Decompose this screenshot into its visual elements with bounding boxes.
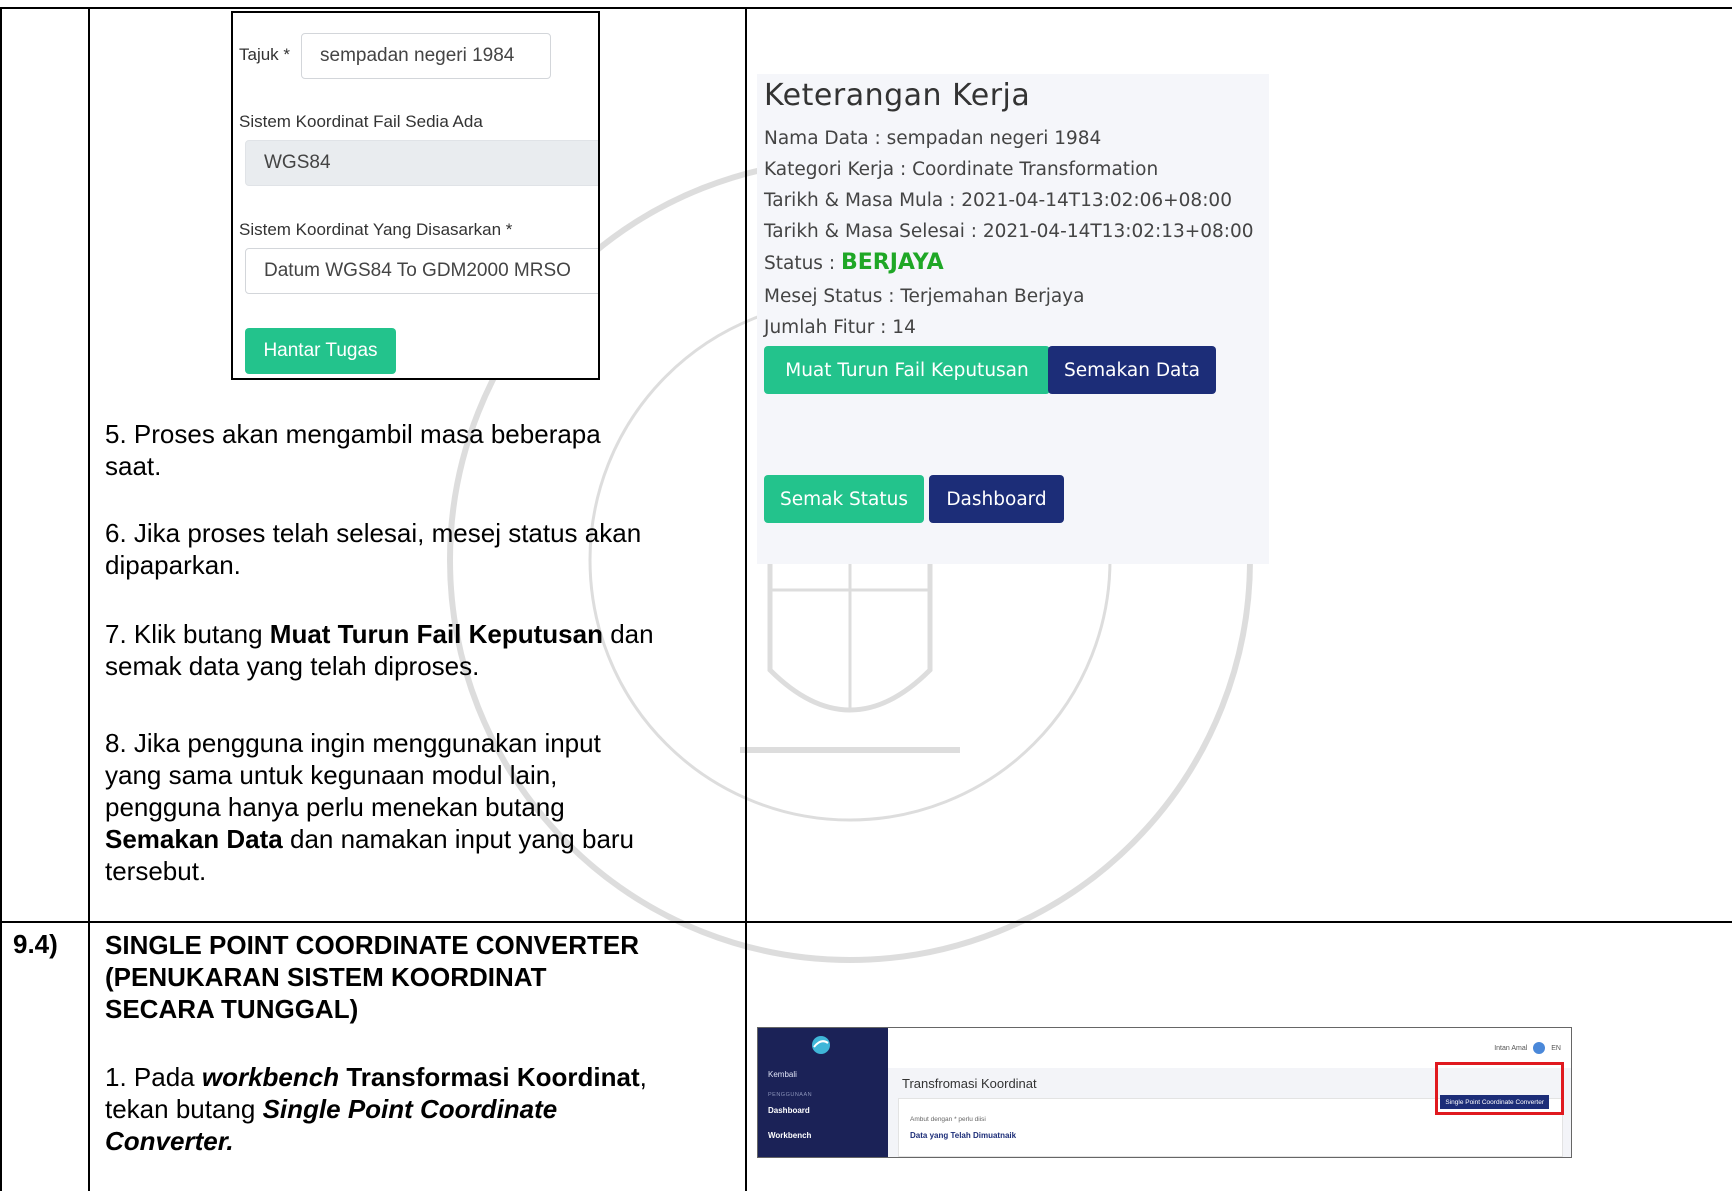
step-8: 8. Jika pengguna ingin menggunakan input…: [105, 728, 635, 886]
existing-crs-label: Sistem Koordinat Fail Sedia Ada: [239, 112, 483, 131]
step-7: 7. Klik butang Muat Turun Fail Keputusan…: [105, 619, 654, 681]
mini-user-menu[interactable]: Intan Amal EN: [1494, 1042, 1561, 1054]
mini-required-note: Ambut dengan * perlu diisi: [910, 1116, 986, 1123]
mini-section-label: PENGGUNAAN: [768, 1092, 813, 1098]
mini-data-heading: Data yang Telah Dimuatnaik: [910, 1131, 1017, 1140]
title-input[interactable]: sempadan negeri 1984: [301, 33, 551, 79]
mini-back-link[interactable]: Kembali: [768, 1070, 797, 1079]
target-crs-label: Sistem Koordinat Yang Disasarkan *: [239, 220, 513, 239]
status-message-row: Mesej Status : Terjemahan Berjaya: [764, 286, 1085, 307]
avatar: [1533, 1042, 1546, 1054]
section-heading: SINGLE POINT COORDINATE CONVERTER (PENUK…: [105, 930, 639, 1024]
start-time-row: Tarikh & Masa Mula : 2021-04-14T13:02:06…: [764, 190, 1232, 211]
mini-page-title: Transfromasi Koordinat: [902, 1076, 1037, 1091]
dashboard-button[interactable]: Dashboard: [929, 475, 1064, 523]
check-status-button[interactable]: Semak Status: [764, 475, 924, 523]
highlight-box: [1435, 1062, 1564, 1115]
download-result-button[interactable]: Muat Turun Fail Keputusan: [764, 346, 1050, 394]
mini-dashboard-link[interactable]: Dashboard: [768, 1106, 810, 1115]
job-form-screenshot: Tajuk * sempadan negeri 1984 Sistem Koor…: [231, 11, 600, 380]
section-step-1: 1. Pada workbench Transformasi Koordinat…: [105, 1062, 647, 1156]
panel-title: Keterangan Kerja: [764, 78, 1031, 113]
job-details-panel: Keterangan Kerja Nama Data : sempadan ne…: [757, 74, 1269, 564]
status-badge: BERJAYA: [840, 250, 944, 275]
mini-workbench-link[interactable]: Workbench: [768, 1131, 811, 1140]
target-crs-select[interactable]: Datum WGS84 To GDM2000 MRSO: [245, 248, 598, 294]
section-number: 9.4): [13, 929, 58, 959]
status-row: Status : BERJAYA: [764, 250, 944, 275]
submit-task-button[interactable]: Hantar Tugas: [245, 328, 396, 374]
app-logo-icon: [812, 1036, 830, 1054]
end-time-row: Tarikh & Masa Selesai : 2021-04-14T13:02…: [764, 221, 1254, 242]
feature-count-row: Jumlah Fitur : 14: [764, 317, 916, 338]
mini-sidebar: Kembali PENGGUNAAN Dashboard Workbench: [758, 1028, 888, 1157]
step-5: 5. Proses akan mengambil masa beberapa s…: [105, 419, 601, 481]
category-row: Kategori Kerja : Coordinate Transformati…: [764, 159, 1159, 180]
title-label: Tajuk *: [239, 45, 291, 64]
check-data-button[interactable]: Semakan Data: [1048, 346, 1216, 394]
step-6: 6. Jika proses telah selesai, mesej stat…: [105, 518, 642, 580]
transform-workbench-screenshot: Kembali PENGGUNAAN Dashboard Workbench I…: [757, 1027, 1572, 1158]
data-name-row: Nama Data : sempadan negeri 1984: [764, 128, 1102, 149]
existing-crs-field: WGS84: [245, 140, 598, 186]
